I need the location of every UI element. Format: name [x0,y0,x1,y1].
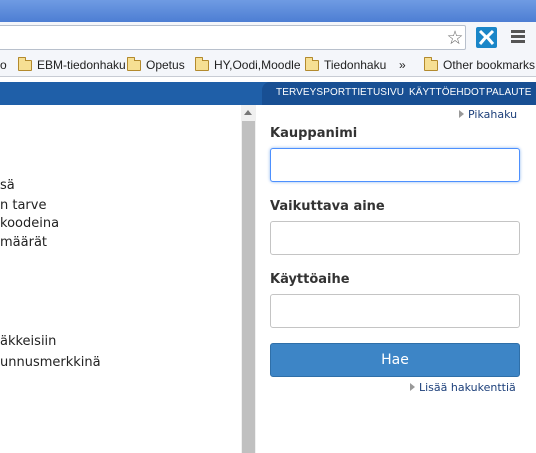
bookmark-folder[interactable]: Tiedonhaku [305,57,386,73]
content-text: määrät [0,235,48,250]
folder-icon [18,57,32,71]
more-fields-link[interactable]: Lisää hakukenttiä [410,381,516,394]
browser-titlebar [0,0,536,22]
address-bar[interactable] [0,25,466,50]
indication-label: Käyttöaihe [270,272,350,287]
folder-icon [305,57,319,71]
trade-name-input[interactable] [270,148,520,182]
folder-icon [424,57,438,71]
nav-link-terveysportti[interactable]: TERVEYSPORTTI [276,87,360,98]
content-pane: sä n tarve koodeina määrät äkkeisiin unn… [0,105,241,453]
bookmark-item[interactable]: o [0,57,7,73]
nav-link-etusivu[interactable]: ETUSIVU [360,87,404,98]
triangle-right-icon [459,110,464,118]
scroll-up-arrow[interactable] [244,110,252,115]
triangle-right-icon [410,383,415,391]
bookmarks-overflow-button[interactable]: » [399,57,406,73]
active-ingredient-input[interactable] [270,221,520,255]
other-bookmarks-folder[interactable]: Other bookmarks [424,57,535,73]
quick-search-link[interactable]: Pikahaku [459,108,517,121]
scrollbar-thumb[interactable] [242,121,255,453]
star-icon[interactable]: ☆ [444,27,466,49]
menu-icon[interactable] [511,30,525,44]
bookmarks-bar: o EBM-tiedonhaku Opetus HY,Oodi,Moodle T… [0,54,536,77]
bookmark-folder[interactable]: Opetus [127,57,185,73]
content-text: äkkeisiin [0,334,57,349]
content-text: koodeina [0,216,60,231]
bookmark-folder[interactable]: HY,Oodi,Moodle [195,57,301,73]
indication-input[interactable] [270,294,520,328]
search-button[interactable]: Hae [270,343,520,377]
folder-icon [195,57,209,71]
content-text: sä [0,178,15,193]
content-text: n tarve [0,198,47,213]
nav-link-palaute[interactable]: PALAUTE [486,87,532,98]
extension-icon[interactable] [476,27,497,48]
active-ingredient-label: Vaikuttava aine [270,199,385,214]
content-text: unnusmerkkinä [0,355,101,370]
site-navbar: TERVEYSPORTTI ETUSIVU KÄYTTÖEHDOT PALAUT… [0,82,536,105]
nav-link-kayttoehdot[interactable]: KÄYTTÖEHDOT [409,87,485,98]
folder-icon [127,57,141,71]
trade-name-label: Kauppanimi [270,126,358,141]
bookmark-folder[interactable]: EBM-tiedonhaku [18,57,126,73]
